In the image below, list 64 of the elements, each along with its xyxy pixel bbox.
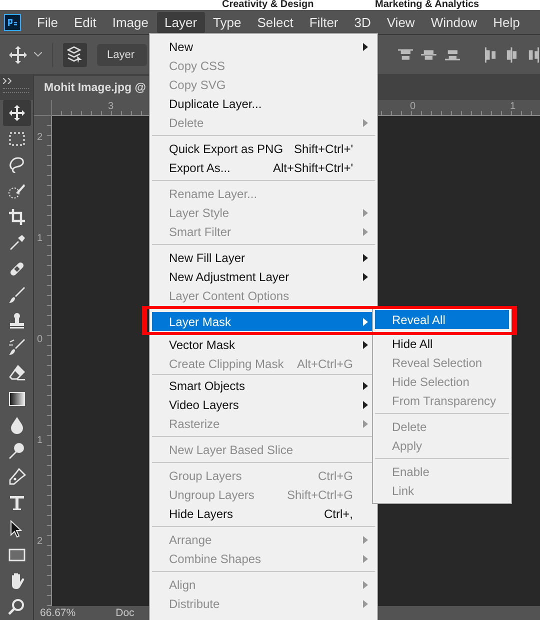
align-icon[interactable] — [444, 48, 460, 62]
distribute-icon[interactable] — [526, 46, 540, 62]
move-icon[interactable] — [8, 104, 26, 122]
ruler-label: 2 — [37, 536, 43, 547]
menu-bar-item[interactable]: Window — [422, 12, 486, 32]
zoom-level[interactable]: 66.67% — [34, 607, 86, 619]
menu-bar-item[interactable]: Edit — [66, 12, 104, 32]
ruler-label: 2 — [37, 132, 43, 143]
menu-bar-item[interactable]: Image — [104, 12, 156, 32]
ruler-label: 1 — [37, 435, 43, 446]
menu-bar-item[interactable]: View — [378, 12, 423, 32]
expand-icon[interactable] — [3, 78, 12, 84]
site-link[interactable]: Marketing & Analytics — [375, 0, 480, 10]
ruler-label: 0 — [37, 334, 43, 345]
search-icon[interactable] — [8, 598, 26, 616]
layers-icon — [67, 46, 83, 64]
menu-bar-item[interactable]: Filter — [301, 12, 346, 32]
lasso-icon[interactable] — [8, 156, 26, 174]
auto-select-button[interactable] — [63, 42, 87, 66]
align-icon[interactable] — [398, 48, 414, 62]
menu-item[interactable]: Vector Mask — [152, 335, 375, 354]
menu-item[interactable]: Hide Layers Ctrl+, — [152, 504, 375, 523]
menu-item[interactable]: New Fill Layer — [152, 248, 375, 267]
eyedropper-icon[interactable] — [8, 234, 26, 252]
menu-item[interactable]: Export As... Alt+Shift+Ctrl+' — [152, 158, 375, 177]
rectangle-icon[interactable] — [8, 546, 26, 564]
pen-icon[interactable] — [8, 468, 26, 486]
menu-item[interactable]: Quick Export as PNG Shift+Ctrl+' — [152, 139, 375, 158]
menu-item[interactable]: New — [152, 37, 375, 56]
distribute-icon[interactable] — [484, 46, 498, 62]
site-link[interactable]: Creativity & Design — [222, 0, 314, 10]
history-brush-icon[interactable] — [8, 338, 26, 356]
menu-bar-item[interactable]: 3D — [346, 12, 379, 32]
distribute-icon[interactable] — [505, 46, 519, 62]
eraser-icon[interactable] — [8, 364, 26, 382]
gradient-icon[interactable] — [8, 390, 26, 408]
menu-item[interactable]: Hide All — [375, 334, 509, 353]
menu-item[interactable]: New Adjustment Layer — [152, 267, 375, 286]
move-icon[interactable] — [8, 44, 28, 64]
dodge-icon[interactable] — [8, 442, 26, 460]
menu-bar-item[interactable]: File — [29, 12, 66, 32]
menu-item[interactable]: Reveal All — [375, 310, 509, 329]
crop-icon[interactable] — [8, 208, 26, 226]
menu-bar-item[interactable]: Layer — [156, 12, 206, 32]
ruler-label: 0 — [410, 101, 416, 112]
menu-bar-item[interactable]: Select — [249, 12, 302, 32]
stamp-icon[interactable] — [8, 312, 26, 330]
ruler-label: 3 — [108, 101, 114, 112]
ruler-label: 1 — [510, 101, 516, 112]
menu-item[interactable]: Video Layers — [152, 395, 375, 414]
ruler-label: 1 — [37, 233, 43, 244]
layer-dropdown[interactable]: Layer — [97, 44, 147, 66]
menu-item[interactable]: Smart Objects — [152, 376, 375, 395]
menu-bar-item[interactable]: Help — [485, 12, 528, 32]
menu-item[interactable]: Layer Mask — [152, 312, 375, 331]
app-logo-icon — [4, 14, 21, 30]
align-icon[interactable] — [421, 48, 437, 62]
caret-icon[interactable] — [34, 52, 42, 57]
type-tool-icon[interactable] — [8, 494, 26, 512]
marquee-icon[interactable] — [8, 130, 26, 148]
quick-selection-icon[interactable] — [8, 182, 26, 200]
brush-icon[interactable] — [8, 286, 26, 304]
menu-bar-item[interactable]: Type — [205, 12, 250, 32]
document-info[interactable]: Doc — [116, 607, 134, 619]
